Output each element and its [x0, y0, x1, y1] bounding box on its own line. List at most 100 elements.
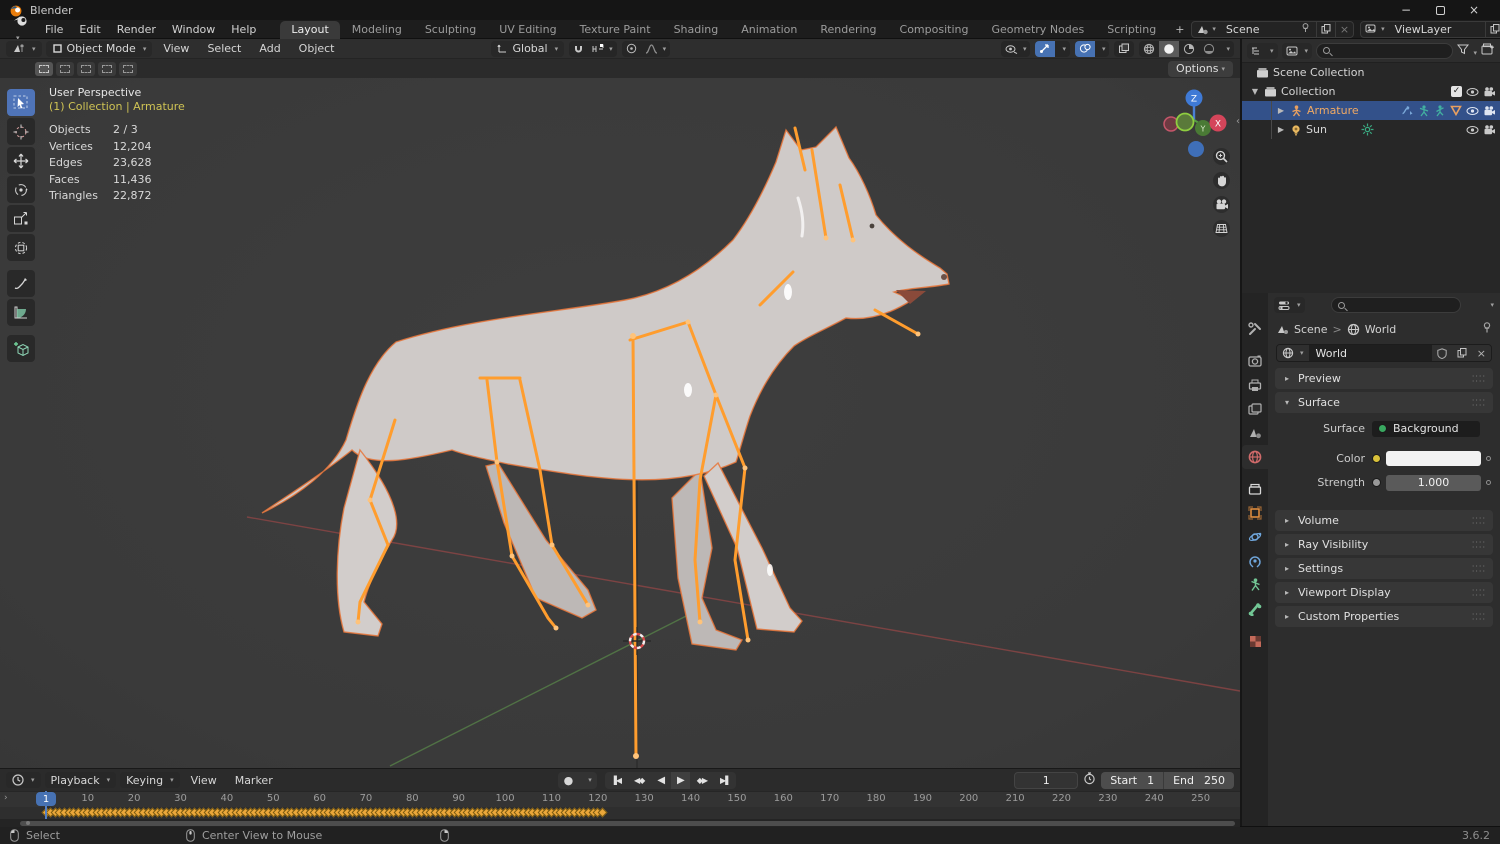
collection-checkbox[interactable]: ✓ — [1451, 86, 1462, 97]
timeline-editor-type-selector[interactable]: ▾ — [6, 772, 41, 788]
use-preview-range-button[interactable] — [1083, 772, 1096, 788]
playback-menu[interactable]: Playback ▾ — [44, 772, 117, 788]
tab-view-layer[interactable] — [1242, 397, 1268, 421]
shading-solid-button[interactable] — [1159, 40, 1180, 57]
menu-help[interactable]: Help — [223, 23, 264, 36]
add-workspace-button[interactable]: + — [1168, 21, 1191, 39]
tool-annotate[interactable] — [7, 270, 35, 297]
gizmos-dropdown[interactable]: ▾ — [1055, 41, 1070, 57]
close-button[interactable]: × — [1457, 0, 1491, 20]
fake-user-button[interactable] — [1431, 345, 1452, 361]
render-visibility-camera-icon[interactable] — [1483, 124, 1496, 135]
tab-texture[interactable] — [1242, 629, 1268, 653]
animate-color-button[interactable] — [1486, 456, 1491, 461]
select-mode-extend[interactable] — [56, 61, 74, 76]
transform-orientation-dropdown[interactable]: Global ▾ — [490, 40, 565, 57]
scrollbar-zoom-handle[interactable] — [26, 821, 30, 825]
new-world-button[interactable] — [1451, 345, 1472, 361]
keying-menu[interactable]: Keying ▾ — [120, 772, 180, 788]
current-frame-badge[interactable]: 1 — [36, 792, 56, 806]
delete-scene-button[interactable]: × — [1334, 21, 1353, 37]
properties-search-input[interactable] — [1331, 297, 1461, 313]
disclosure-triangle-icon[interactable]: ▶ — [1276, 125, 1286, 134]
jump-to-end-button[interactable]: ▶▌ — [714, 772, 736, 789]
view-layer-name-field[interactable]: ViewLayer — [1389, 22, 1485, 37]
start-frame-field[interactable]: Start 1 — [1101, 771, 1164, 789]
browse-world-button[interactable]: ▾ — [1277, 345, 1309, 361]
mode-dropdown[interactable]: Object Mode ▾ — [45, 40, 153, 57]
menu-view[interactable]: View — [156, 42, 196, 55]
unlink-world-button[interactable]: × — [1471, 345, 1491, 361]
viewport-3d[interactable]: User Perspective (1) Collection | Armatu… — [0, 78, 1240, 768]
tab-object[interactable] — [1242, 501, 1268, 525]
snap-target-dropdown[interactable]: ▾ — [588, 41, 617, 57]
tab-compositing[interactable]: Compositing — [889, 21, 980, 39]
jump-to-start-button[interactable]: ▐◀ — [605, 772, 627, 789]
tab-rendering[interactable]: Rendering — [809, 21, 887, 39]
properties-options-dropdown[interactable]: ▾ — [1490, 301, 1494, 309]
tool-cursor[interactable] — [7, 118, 35, 145]
scene-browse-button[interactable]: ▾ — [1192, 22, 1220, 37]
animation-action-icon[interactable] — [1401, 105, 1414, 116]
channel-expand-arrow[interactable]: › — [4, 793, 8, 803]
tool-measure[interactable] — [7, 299, 35, 326]
tab-sculpting[interactable]: Sculpting — [414, 21, 487, 39]
menu-render[interactable]: Render — [109, 23, 164, 36]
current-frame-field[interactable]: 1 — [1014, 771, 1079, 789]
render-visibility-camera-icon[interactable] — [1483, 86, 1496, 97]
tab-animation[interactable]: Animation — [730, 21, 808, 39]
tab-shading[interactable]: Shading — [663, 21, 730, 39]
panel-surface[interactable]: ▾ Surface ···· ···· — [1275, 392, 1493, 413]
vertex-group-triangle-icon[interactable] — [1450, 105, 1462, 116]
scrollbar-handle[interactable] — [20, 820, 1235, 826]
panel-preview[interactable]: ▸ Preview ···· ···· — [1275, 368, 1493, 389]
end-frame-field[interactable]: End 250 — [1163, 771, 1234, 789]
zoom-button[interactable] — [1213, 148, 1230, 165]
prev-keyframe-button[interactable]: ◀◆ — [628, 772, 650, 789]
new-collection-button[interactable] — [1481, 43, 1495, 58]
camera-view-button[interactable] — [1213, 196, 1230, 213]
proportional-edit-toggle[interactable] — [622, 41, 641, 57]
options-button[interactable]: Options ▾ — [1168, 60, 1233, 77]
menu-window[interactable]: Window — [164, 23, 223, 36]
outliner-row-sun[interactable]: ▶ Sun — [1242, 120, 1500, 139]
outliner-row-collection[interactable]: ▼ Collection ✓ — [1242, 82, 1500, 101]
keyframe-strip[interactable] — [0, 807, 1240, 819]
select-mode-subtract[interactable] — [77, 61, 95, 76]
menu-select[interactable]: Select — [200, 42, 248, 55]
auto-key-button[interactable]: ● — [558, 772, 580, 789]
breadcrumb-scene[interactable]: Scene — [1294, 323, 1328, 336]
menu-add[interactable]: Add — [252, 42, 287, 55]
tool-add-primitive[interactable] — [7, 335, 35, 362]
sun-data-icon[interactable] — [1361, 123, 1374, 136]
shading-material-button[interactable] — [1179, 41, 1199, 57]
timeline-view-menu[interactable]: View — [184, 774, 224, 787]
panel-settings[interactable]: ▸ Settings ···· ···· — [1275, 558, 1493, 579]
tab-layout[interactable]: Layout — [280, 20, 340, 39]
armature-data-icon[interactable] — [1434, 104, 1446, 117]
pose-icon[interactable] — [1418, 104, 1430, 117]
tab-collection[interactable] — [1242, 477, 1268, 501]
toggle-perspective-button[interactable] — [1213, 220, 1230, 237]
tool-transform[interactable] — [7, 234, 35, 261]
overlays-dropdown[interactable]: ▾ — [1095, 41, 1110, 57]
animate-strength-button[interactable] — [1486, 480, 1491, 485]
timeline-scrollbar[interactable] — [0, 819, 1240, 827]
hide-eye-icon[interactable] — [1466, 87, 1479, 97]
play-reverse-button[interactable]: ◀ — [651, 772, 670, 789]
tab-tool[interactable] — [1242, 317, 1268, 341]
properties-editor-type-selector[interactable]: ▾ — [1274, 297, 1305, 313]
timeline-marker-menu[interactable]: Marker — [228, 774, 280, 787]
tab-render[interactable] — [1242, 349, 1268, 373]
strength-slider[interactable]: 1.000 — [1386, 474, 1481, 491]
menu-file[interactable]: File — [37, 23, 71, 36]
tab-scripting[interactable]: Scripting — [1096, 21, 1167, 39]
object-type-visibility-dropdown[interactable]: ▾ — [1001, 41, 1031, 57]
minimize-button[interactable]: − — [1389, 0, 1423, 20]
view-layer-browse-button[interactable]: ▾ — [1361, 22, 1389, 37]
tab-output[interactable] — [1242, 373, 1268, 397]
menu-object[interactable]: Object — [292, 42, 342, 55]
tool-scale[interactable] — [7, 205, 35, 232]
overlays-toggle[interactable] — [1074, 40, 1095, 57]
panel-ray-visibility[interactable]: ▸ Ray Visibility ···· ···· — [1275, 534, 1493, 555]
